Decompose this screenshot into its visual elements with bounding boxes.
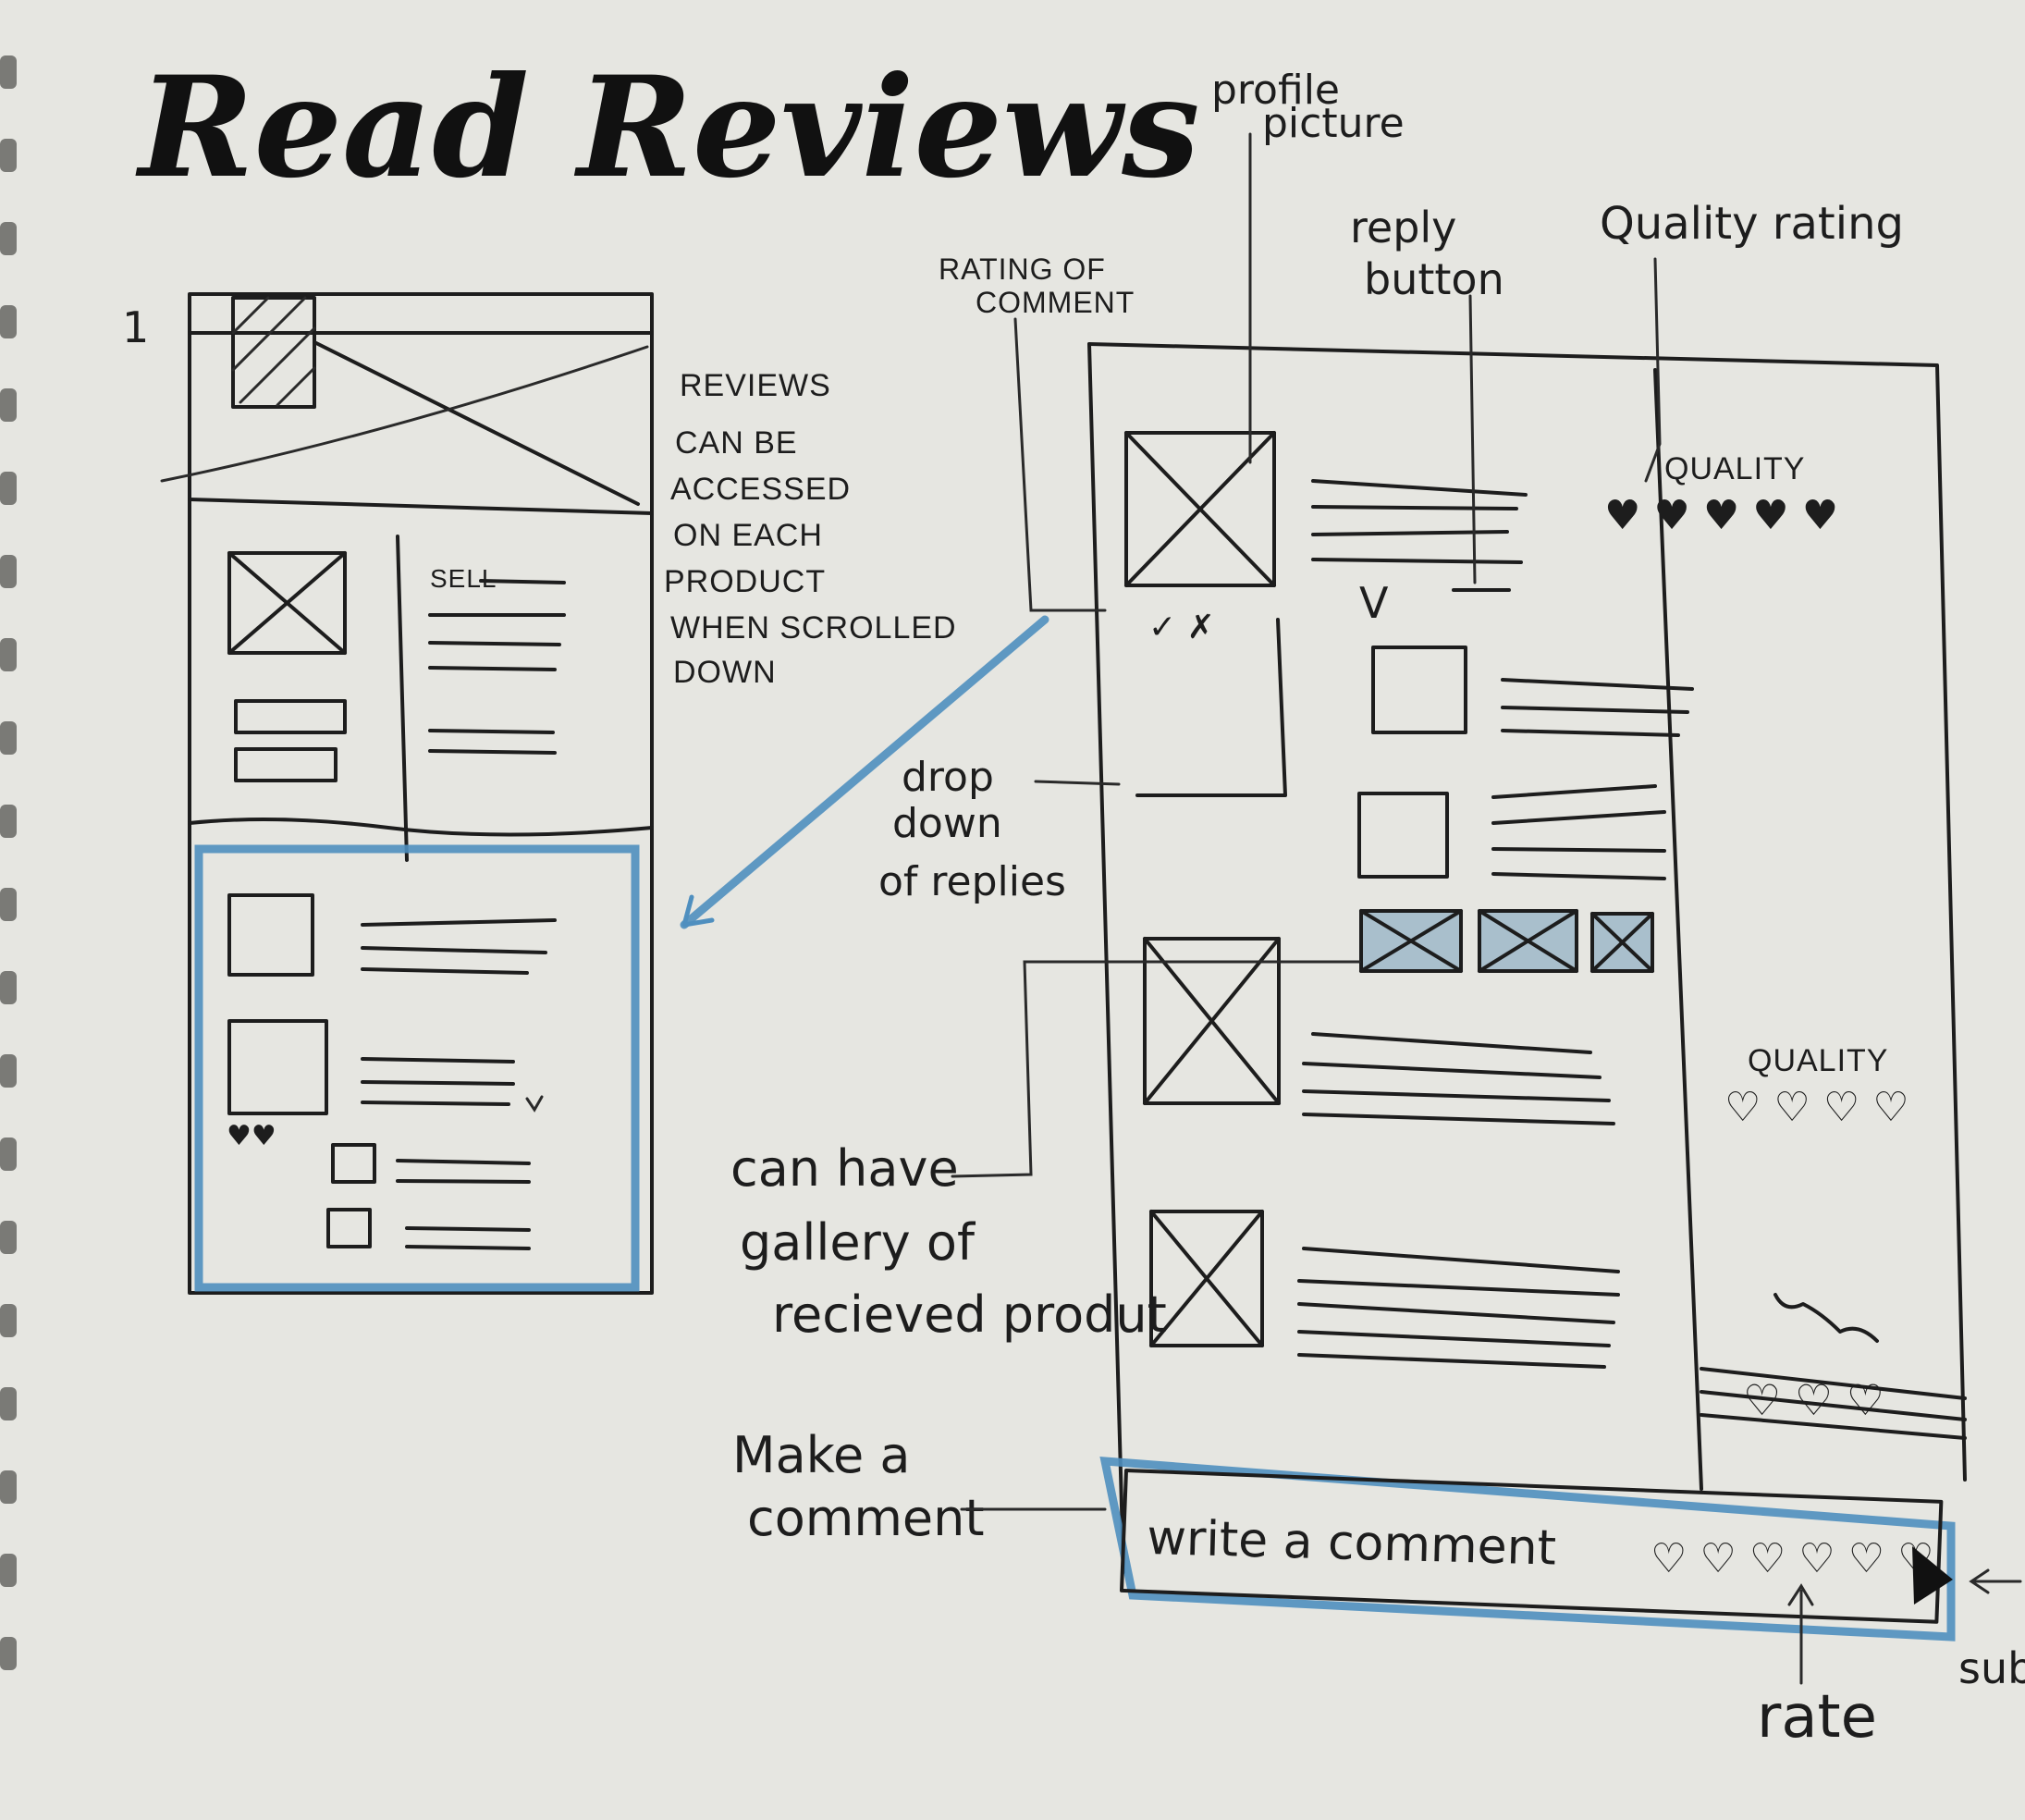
svg-text:comment: comment <box>747 1489 985 1547</box>
svg-text:RATING OF: RATING OF <box>939 252 1106 286</box>
svg-text:reply: reply <box>1350 203 1456 252</box>
svg-text:CAN BE: CAN BE <box>675 425 798 461</box>
svg-text:of replies: of replies <box>878 858 1066 905</box>
left-note: REVIEWS CAN BE ACCESSED ON EACH PRODUCT … <box>664 368 957 690</box>
logo-placeholder <box>231 296 316 409</box>
button-placeholder <box>234 699 347 734</box>
svg-text:Quality rating: Quality rating <box>1600 198 1904 250</box>
review-panel: ✓ ✗ V QUALITY ♥ ♥ ♥ ♥ ♥ QUALITY ♡ ♡ ♡ ♡ … <box>1087 342 1967 1642</box>
svg-text:ON EACH: ON EACH <box>673 518 823 553</box>
svg-text:Make a: Make a <box>732 1426 911 1484</box>
left-wireframe: SELL ♥♥ <box>160 292 654 1295</box>
spiral-holes <box>0 55 17 1670</box>
svg-text:rate: rate <box>1757 1683 1877 1752</box>
heart-icon: ♡ ♡ ♡ ♡ <box>1724 1084 1909 1131</box>
button-placeholder <box>234 747 338 782</box>
svg-text:down: down <box>892 800 1002 847</box>
svg-text:drop: drop <box>902 754 994 801</box>
sketch-canvas: Read Reviews 1 SELL ♥♥ REVIEWS CAN BE AC… <box>0 46 2025 1752</box>
svg-text:PRODUCT: PRODUCT <box>664 564 826 599</box>
sell-label: SELL <box>430 564 497 593</box>
svg-text:sub: sub <box>1958 1643 2025 1693</box>
svg-text:DOWN: DOWN <box>673 655 777 690</box>
page-title: Read Reviews <box>135 46 1200 209</box>
svg-text:picture: picture <box>1262 100 1405 147</box>
svg-text:COMMENT: COMMENT <box>976 286 1135 319</box>
quality-label: QUALITY <box>1748 1043 1888 1078</box>
heart-icon: ♥♥ <box>227 1120 276 1152</box>
page-number: 1 <box>122 302 149 352</box>
rating-check-x: ✓ ✗ <box>1148 609 1215 646</box>
svg-text:ACCESSED: ACCESSED <box>670 472 851 507</box>
gallery-thumbnails <box>1359 909 1654 973</box>
heart-icon: ♥ ♥ ♥ ♥ ♥ <box>1604 492 1838 539</box>
svg-text:button: button <box>1364 254 1504 304</box>
comment-placeholder-text[interactable]: write a comment <box>1147 1510 1557 1577</box>
reply-avatar-placeholder <box>1371 646 1467 734</box>
heart-icon: ♡ ♡ ♡ <box>1743 1375 1884 1425</box>
heart-icon[interactable]: ♡ ♡ ♡ ♡ ♡ ♡ <box>1651 1535 1934 1582</box>
reply-avatar-placeholder <box>1357 792 1449 879</box>
svg-text:WHEN SCROLLED: WHEN SCROLLED <box>670 610 957 646</box>
quality-label: QUALITY <box>1664 451 1805 486</box>
svg-text:gallery of: gallery of <box>740 1213 976 1272</box>
svg-text:can have: can have <box>730 1139 959 1198</box>
svg-text:REVIEWS: REVIEWS <box>680 368 831 403</box>
svg-text:recieved produt: recieved produt <box>772 1285 1167 1344</box>
reviews-section-highlight <box>194 844 640 1292</box>
reply-dropdown-chevron[interactable]: V <box>1359 578 1389 628</box>
